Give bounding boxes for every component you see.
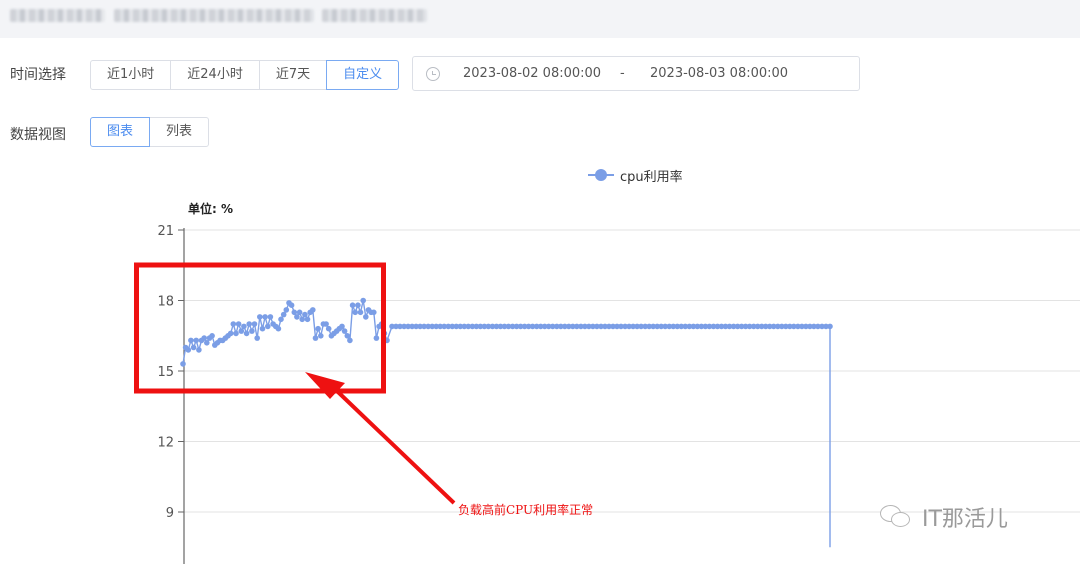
data-point: [251, 321, 258, 327]
data-point: [312, 335, 319, 341]
data-point: [259, 325, 266, 332]
annotation-arrow: [336, 390, 456, 505]
data-point: [288, 302, 295, 309]
data-point: [267, 314, 274, 320]
data-point: [204, 340, 210, 346]
y-tick-label: 15: [157, 365, 174, 380]
data-point: [188, 337, 194, 344]
data-point: [310, 307, 316, 313]
data-point: [230, 321, 237, 327]
chart-annotation: 负载高前CPU利用率正常: [134, 262, 593, 517]
annotation-caption: 负载高前CPU利用率正常: [458, 502, 593, 517]
data-point: [280, 311, 287, 318]
cpu-line-chart: 21 18 15 12 9 负载高前CPU利用率正常: [134, 224, 1080, 564]
data-point: [357, 309, 364, 316]
data-point: [257, 314, 263, 320]
data-point: [190, 344, 197, 351]
watermark: IT那活儿: [880, 501, 1008, 533]
data-point: [278, 316, 284, 323]
watermark-text: IT那活儿: [922, 507, 1008, 532]
data-point: [360, 297, 367, 304]
view-option-chart[interactable]: 图表: [90, 117, 151, 147]
data-point: [249, 328, 255, 334]
data-point: [355, 302, 361, 309]
data-point: [201, 335, 207, 341]
data-point: [227, 330, 234, 337]
data-point: [275, 325, 282, 332]
data-point: [283, 307, 290, 313]
data-point: [371, 309, 377, 316]
data-point: [185, 347, 192, 353]
data-point: [341, 328, 348, 334]
chart-grid: [184, 229, 1080, 513]
y-tick-label: 9: [166, 506, 174, 521]
data-point: [246, 321, 252, 327]
data-point: [241, 323, 247, 330]
chart-axes: 21 18 15 12 9: [157, 224, 185, 564]
data-point: [254, 335, 260, 341]
data-point: [315, 325, 321, 332]
y-tick-label: 12: [157, 436, 174, 451]
data-point: [373, 335, 380, 341]
data-point: [363, 314, 369, 320]
data-point: [302, 311, 308, 318]
data-point: [235, 321, 242, 327]
data-point: [238, 328, 245, 334]
data-point: [323, 321, 329, 327]
y-tick-label: 18: [157, 295, 174, 310]
data-point: [243, 330, 250, 337]
data-point: [180, 361, 186, 367]
data-point: [827, 323, 833, 330]
time-option-custom[interactable]: 自定义: [326, 60, 400, 90]
data-point: [193, 337, 199, 344]
data-point: [339, 323, 345, 330]
data-point: [296, 309, 303, 316]
data-point: [325, 325, 332, 332]
data-point: [265, 323, 271, 330]
data-point: [262, 314, 268, 320]
data-point: [209, 333, 215, 339]
data-point: [304, 316, 311, 323]
data-point: [318, 333, 324, 339]
data-point: [233, 330, 239, 337]
y-tick-label: 21: [157, 224, 174, 239]
data-point: [352, 309, 359, 316]
data-point: [349, 302, 356, 309]
data-point: [347, 337, 353, 344]
data-point: [299, 316, 306, 323]
data-point: [196, 347, 202, 353]
wechat-icon: [880, 503, 914, 531]
